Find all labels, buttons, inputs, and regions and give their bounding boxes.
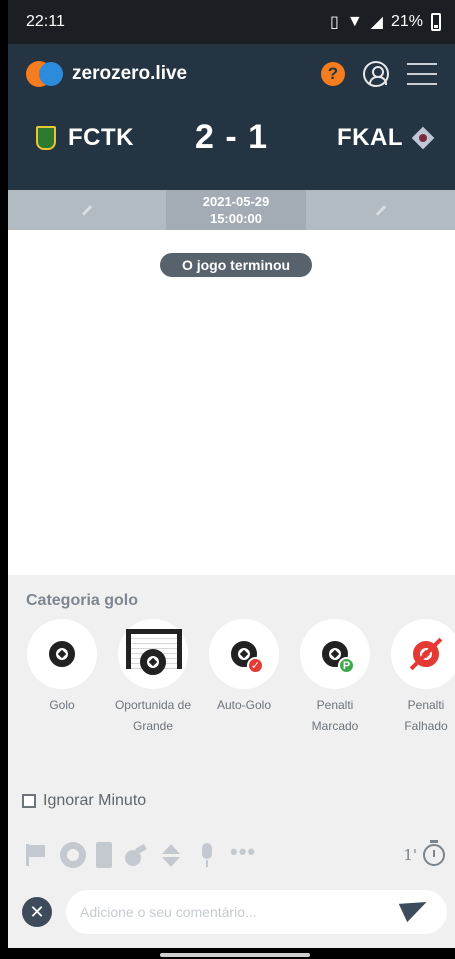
status-bar: 22:11 ▯ ▼ ◢ 21% <box>8 0 455 44</box>
category-oportunidade[interactable]: Oportunida de Grande <box>113 619 193 737</box>
close-button[interactable]: ✕ <box>22 897 52 927</box>
soccer-ball-icon <box>140 649 166 675</box>
away-crest-icon <box>413 126 433 150</box>
category-label: Penalti Falhado <box>404 698 448 733</box>
ignore-minute-label: Ignorar Minuto <box>43 792 147 809</box>
edit-home-button[interactable] <box>8 190 166 230</box>
more-icon[interactable]: ••• <box>230 841 258 868</box>
help-icon[interactable]: ? <box>321 62 345 86</box>
app-name: zerozero.live <box>72 63 188 84</box>
app-header: zerozero.live ? FCTK 2 - 1 FKAL <box>8 44 455 190</box>
comment-input[interactable] <box>66 890 447 934</box>
category-penalti-falhado[interactable]: Penalti Falhado <box>386 619 455 737</box>
soccer-ball-icon[interactable] <box>60 842 86 868</box>
comment-bar: ✕ <box>22 889 447 935</box>
signal-icon: ◢ <box>370 14 383 31</box>
category-title: Categoria golo <box>26 592 139 609</box>
microphone-icon[interactable] <box>194 842 220 868</box>
header-actions: ? <box>321 61 437 87</box>
category-auto-golo[interactable]: ✓ Auto-Golo <box>204 619 284 716</box>
match-time: 15:00:00 <box>209 211 263 226</box>
category-penalti-marcado[interactable]: P Penalti Marcado <box>295 619 375 737</box>
ignore-minute-checkbox[interactable] <box>22 794 36 808</box>
own-goal-badge-icon: ✓ <box>247 657 264 674</box>
category-label: Oportunida de Grande <box>114 698 192 733</box>
home-handle[interactable] <box>160 953 310 957</box>
app-screen: 22:11 ▯ ▼ ◢ 21% zerozero.live ? FCTK 2 -… <box>8 0 455 959</box>
user-icon[interactable] <box>363 61 389 87</box>
minute-value: 1' <box>403 846 417 864</box>
whistle-icon[interactable] <box>122 842 148 868</box>
wifi-icon: ▼ <box>346 13 363 30</box>
soccer-ball-icon <box>49 641 75 667</box>
minute-selector[interactable]: 1' <box>403 840 445 866</box>
away-team-name: FKAL <box>337 124 403 151</box>
top-bar: zerozero.live ? <box>26 58 437 90</box>
status-icons: ▯ ▼ ◢ 21% <box>330 12 441 32</box>
ignore-minute-option[interactable]: Ignorar Minuto <box>22 792 146 810</box>
system-nav-bar <box>0 948 455 959</box>
send-icon[interactable] <box>403 901 429 923</box>
match-date: 2021-05-29 <box>202 194 270 209</box>
vibrate-icon: ▯ <box>330 14 339 31</box>
category-golo[interactable]: Golo <box>22 619 102 716</box>
scoreboard: FCTK 2 - 1 FKAL <box>8 116 455 164</box>
pencil-icon <box>375 204 386 216</box>
menu-icon[interactable] <box>407 63 437 85</box>
battery-icon <box>431 13 441 31</box>
battery-level: 21% <box>390 13 423 30</box>
penalty-badge-icon: P <box>338 657 355 674</box>
events-feed: O jogo terminou <box>8 230 455 575</box>
card-icon[interactable] <box>96 842 112 868</box>
match-datetime[interactable]: 2021-05-29 15:00:00 <box>166 190 306 230</box>
event-input-panel: Categoria golo Golo Oportunida de Grande… <box>8 575 455 959</box>
category-label: Penalti Marcado <box>311 698 359 733</box>
status-time: 22:11 <box>26 13 65 30</box>
logo-icon <box>26 61 64 87</box>
app-logo[interactable]: zerozero.live <box>26 61 187 87</box>
match-info-strip: 2021-05-29 15:00:00 <box>8 190 455 230</box>
pencil-icon <box>81 204 93 216</box>
category-label: Golo <box>49 698 75 712</box>
flag-icon[interactable] <box>24 842 50 868</box>
match-status-badge: O jogo terminou <box>160 253 312 277</box>
stopwatch-icon <box>423 840 445 866</box>
away-team[interactable]: FKAL <box>337 124 433 152</box>
edit-away-button[interactable] <box>306 190 455 230</box>
substitution-icon[interactable] <box>158 842 184 868</box>
category-label: Auto-Golo <box>216 698 272 712</box>
event-type-toolbar: ••• 1' <box>24 840 445 869</box>
